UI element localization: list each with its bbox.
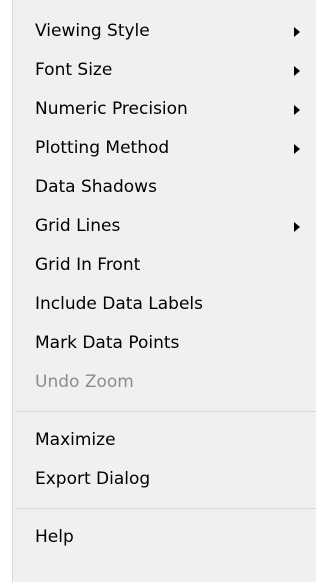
menu-item-label: Include Data Labels (35, 294, 203, 314)
menu-item-font-size[interactable]: Font Size (13, 51, 316, 90)
menu-item-label: Font Size (35, 60, 113, 80)
menu-item-label: Export Dialog (35, 469, 151, 489)
context-menu: Viewing Style Font Size Numeric Precisio… (0, 0, 319, 582)
menu-item-label: Numeric Precision (35, 99, 188, 119)
menu-item-label: Viewing Style (35, 21, 150, 41)
chevron-right-icon (294, 222, 300, 232)
menu-item-help[interactable]: Help (13, 518, 316, 557)
chevron-right-icon (294, 27, 300, 37)
chevron-right-icon (294, 66, 300, 76)
menu-item-label: Grid In Front (35, 255, 141, 275)
menu-item-label: Grid Lines (35, 216, 121, 236)
menu-separator (13, 402, 316, 421)
menu-item-label: Data Shadows (35, 177, 157, 197)
menu-item-label: Help (35, 527, 74, 547)
menu-item-data-shadows[interactable]: Data Shadows (13, 168, 316, 207)
menu-item-plotting-method[interactable]: Plotting Method (13, 129, 316, 168)
menu-edge (316, 0, 319, 582)
menu-item-label: Plotting Method (35, 138, 170, 158)
menu-item-label: Undo Zoom (35, 372, 134, 392)
menu-item-maximize[interactable]: Maximize (13, 421, 316, 460)
menu-list: Viewing Style Font Size Numeric Precisio… (13, 12, 316, 557)
chevron-right-icon (294, 144, 300, 154)
chevron-right-icon (294, 105, 300, 115)
menu-item-undo-zoom: Undo Zoom (13, 363, 316, 402)
menu-item-viewing-style[interactable]: Viewing Style (13, 12, 316, 51)
menu-item-label: Maximize (35, 430, 116, 450)
menu-separator (13, 499, 316, 518)
menu-item-label: Mark Data Points (35, 333, 180, 353)
menu-gutter (0, 0, 12, 582)
menu-item-numeric-precision[interactable]: Numeric Precision (13, 90, 316, 129)
menu-item-grid-in-front[interactable]: Grid In Front (13, 246, 316, 285)
menu-item-grid-lines[interactable]: Grid Lines (13, 207, 316, 246)
menu-item-mark-data-points[interactable]: Mark Data Points (13, 324, 316, 363)
menu-item-include-data-labels[interactable]: Include Data Labels (13, 285, 316, 324)
menu-item-export-dialog[interactable]: Export Dialog (13, 460, 316, 499)
